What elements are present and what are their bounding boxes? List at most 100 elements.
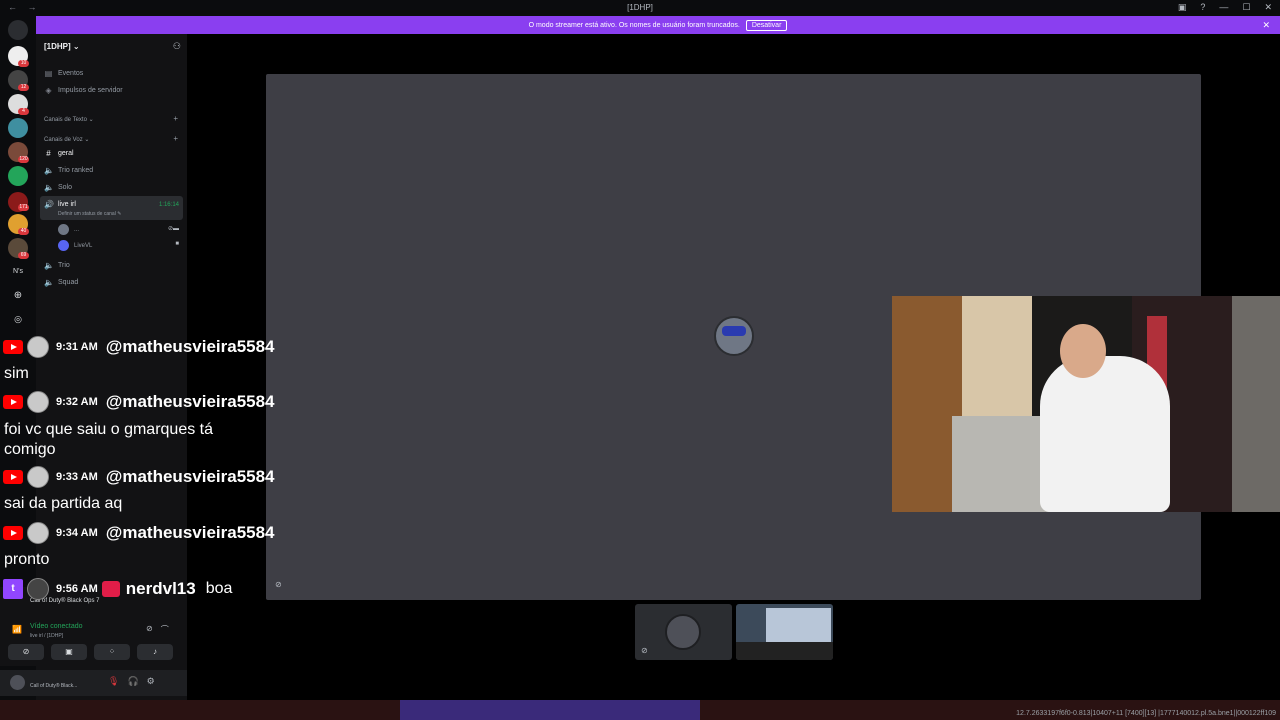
discover-icon[interactable]: ◎ (0, 314, 36, 325)
avatar (27, 466, 49, 488)
chat-message-header: t 9:56 AM nerdvl13 boa (3, 578, 232, 600)
speaker-icon: 🔈 (44, 183, 54, 192)
chat-message-header: 9:32 AM @matheusvieira5584 (3, 391, 275, 413)
camera-off-button[interactable]: ⊘ (8, 644, 44, 660)
add-channel-icon[interactable]: + (173, 134, 178, 143)
voice-user[interactable]: LiveVL (58, 240, 92, 251)
voice-action-buttons: ⊘ ▣ ⁘ ♪ (8, 644, 173, 660)
chat-message-text: sim (4, 365, 29, 382)
streamer-mode-banner: O modo streamer está ativo. Os nomes de … (36, 16, 1280, 34)
speaker-icon: 🔊 (44, 200, 54, 209)
stage-user-avatar[interactable] (714, 316, 754, 356)
channel-timer: 1:16:14 (158, 202, 179, 208)
disconnect-icon[interactable]: ⌒ (161, 624, 169, 635)
notification-badge: 12 (18, 84, 29, 91)
notification-badge: 10 (18, 60, 29, 67)
user-activity: Call of Duty® Black... (30, 683, 78, 689)
youtube-icon (3, 340, 23, 354)
inbox-icon[interactable]: ▣ (1178, 2, 1187, 13)
window-titlebar: ← → [1DHP] ▣ ? — ☐ ✕ (0, 0, 1280, 16)
disable-streamer-button[interactable]: Desativar (745, 19, 788, 31)
desktop-background: 12.7.2633197f6f0-0.813|10407+11 [7400][1… (0, 700, 1280, 720)
minimize-button[interactable]: — (1219, 2, 1228, 13)
mute-mic-icon[interactable]: 🎙 (108, 676, 119, 687)
avatar (27, 522, 49, 544)
server-name[interactable]: [1DHP] ⌄ (44, 42, 80, 51)
close-window-button[interactable]: ✕ (1264, 2, 1272, 13)
chat-message-header: 9:31 AM @matheusvieira5584 (3, 336, 275, 358)
avatar (665, 614, 701, 650)
screen-share-button[interactable]: ▣ (51, 644, 87, 660)
help-icon[interactable]: ? (1200, 2, 1205, 13)
avatar (58, 240, 69, 251)
user-bar (0, 670, 187, 696)
calendar-icon: ▤ (44, 69, 53, 78)
notification-badge: 40 (18, 228, 29, 235)
soundboard-button[interactable]: ♪ (137, 644, 173, 660)
avatar (27, 336, 49, 358)
notification-badge: 120 (18, 156, 29, 163)
voice-user[interactable]: ... (58, 224, 79, 235)
muted-icon: ⊘ (275, 580, 282, 589)
muted-icon: ⊘ (641, 646, 648, 655)
participant-video-tile[interactable] (736, 604, 833, 660)
voice-controls: ⊘ ⌒ (146, 624, 169, 635)
noise-suppression-icon[interactable]: ⊘ (146, 624, 153, 635)
notification-badge: 69 (18, 252, 29, 259)
chat-message-text: foi vc que saiu o gmarques tá comigo (4, 421, 214, 458)
maximize-button[interactable]: ☐ (1242, 2, 1250, 13)
avatar (27, 578, 49, 600)
avatar[interactable] (10, 675, 25, 690)
sidebar-item-boosts[interactable]: ◈ Impulsos de servidor (44, 86, 122, 95)
chat-message-text: pronto (4, 551, 50, 568)
invite-icon[interactable]: ⚇ (173, 41, 181, 52)
category-voice-channels[interactable]: Canais de Voz ⌄ (44, 136, 89, 143)
chat-message-header: 9:33 AM @matheusvieira5584 (3, 466, 275, 488)
youtube-icon (3, 526, 23, 540)
channel-solo[interactable]: 🔈 Solo (44, 183, 72, 192)
chat-message-header: 9:34 AM @matheusvieira5584 (3, 522, 275, 544)
server-icon[interactable] (8, 118, 28, 138)
speaker-icon: 🔈 (44, 261, 54, 270)
sidebar-item-events[interactable]: ▤ Eventos (44, 69, 84, 78)
youtube-icon (3, 395, 23, 409)
channel-trio-ranked[interactable]: 🔈 Trio ranked (44, 166, 93, 175)
category-text-channels[interactable]: Canais de Texto ⌄ (44, 116, 94, 123)
camera-badge-icon (101, 581, 120, 597)
window-title: [1DHP] (627, 3, 653, 12)
boost-icon: ◈ (45, 86, 52, 95)
chat-message-text: sai da partida aq (4, 495, 123, 512)
user-controls: 🎙 🎧 ⚙ (108, 676, 155, 687)
gear-icon[interactable]: ⚙ (147, 676, 155, 687)
channel-status[interactable]: Definir um status de canal ✎ (58, 211, 121, 217)
headphones-icon[interactable]: 🎧 (127, 676, 138, 687)
notification-badge: 171 (18, 204, 29, 211)
window-controls: ▣ ? — ☐ ✕ (1178, 2, 1272, 13)
banner-text: O modo streamer está ativo. Os nomes de … (528, 21, 740, 29)
hash-icon: # (46, 149, 51, 158)
participant-tile[interactable]: ⊘ (635, 604, 732, 660)
notification-badge: 4 (18, 108, 29, 115)
activities-button[interactable]: ⁘ (94, 644, 130, 660)
server-icon[interactable] (8, 166, 28, 186)
chat-message-text: boa (205, 580, 233, 597)
voice-status: Vídeo conectado (30, 623, 83, 630)
avatar (27, 391, 49, 413)
voice-channel-path[interactable]: live irl / [1DHP] (30, 633, 63, 639)
close-icon[interactable]: ✕ (1262, 20, 1270, 31)
channel-trio[interactable]: 🔈 Trio (44, 261, 70, 270)
channel-live-irl-label: 🔊 live irl (44, 200, 76, 209)
camera-icon: ■ (175, 241, 179, 247)
channel-geral[interactable]: # geral (44, 149, 73, 158)
debug-string: 12.7.2633197f6f0-0.813|10407+11 [7400][1… (1016, 710, 1276, 717)
youtube-icon (3, 470, 23, 484)
signal-icon[interactable]: 📶 (12, 625, 22, 634)
twitch-icon: t (3, 579, 23, 599)
muted-icon: ⊘▬ (167, 226, 179, 232)
channel-squad[interactable]: 🔈 Squad (44, 278, 78, 287)
add-server-icon[interactable]: ⊕ (0, 290, 36, 301)
server-folder[interactable]: N's (0, 268, 36, 275)
discord-home-icon[interactable] (8, 20, 28, 40)
speaker-icon: 🔈 (44, 166, 54, 175)
add-channel-icon[interactable]: + (173, 114, 178, 123)
